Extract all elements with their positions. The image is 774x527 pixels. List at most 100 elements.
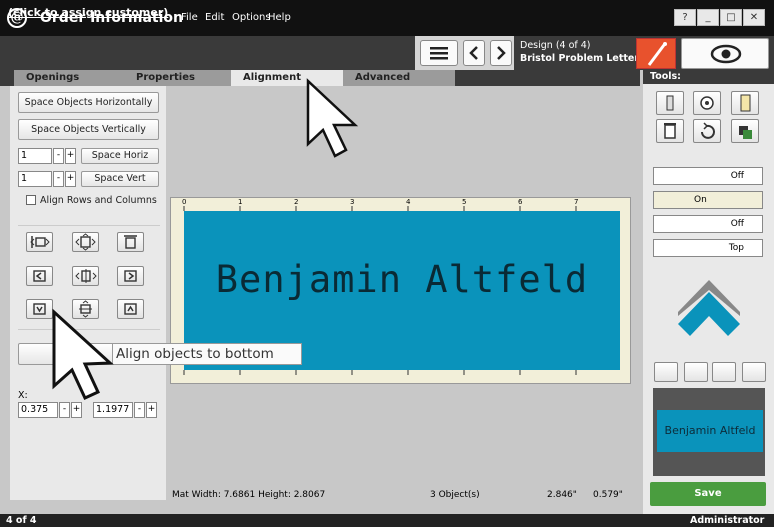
zoom-out-button[interactable]: [712, 362, 736, 382]
space-vert-decrement[interactable]: -: [53, 171, 64, 187]
x-increment[interactable]: +: [71, 402, 82, 418]
align-left-icon: [30, 236, 50, 248]
center-all-button[interactable]: [72, 232, 99, 252]
chevron-right-icon: [497, 46, 506, 60]
ruler-tool-button[interactable]: [731, 91, 759, 115]
border-toggle-state: Off: [730, 219, 744, 229]
space-horiz-decrement[interactable]: -: [53, 148, 64, 164]
mat-dimensions: Mat Width: 7.6861 Height: 2.8067: [172, 490, 326, 500]
zoom-reset-button[interactable]: [742, 362, 766, 382]
align-left-edge-button[interactable]: [26, 266, 53, 286]
space-horizontally-button[interactable]: Space Objects Horizontally: [18, 92, 159, 113]
arrow-right-icon: [124, 270, 137, 282]
cursor-x: 2.846": [547, 490, 577, 500]
space-horiz-input[interactable]: 1: [18, 148, 52, 164]
bring-forward-button[interactable]: [731, 119, 759, 143]
zoom-fit-button[interactable]: [654, 362, 678, 382]
toggle-crosshair[interactable]: On: [653, 191, 763, 209]
minimize-button[interactable]: _: [697, 9, 719, 26]
align-right-edge-button[interactable]: [117, 266, 144, 286]
page-indicator: 4 of 4: [6, 515, 37, 526]
thumbnail-text: Benjamin Altfeld: [657, 410, 763, 452]
ruler-label: 0: [182, 198, 187, 206]
chevron-up-icon[interactable]: [676, 278, 742, 340]
eye-icon: [710, 44, 742, 64]
menu-file[interactable]: File: [181, 12, 198, 23]
y-increment[interactable]: +: [146, 402, 157, 418]
tab-openings[interactable]: Openings: [14, 70, 126, 86]
zoom-in-button[interactable]: [684, 362, 708, 382]
menu-options[interactable]: Options: [232, 12, 271, 23]
assign-customer-link[interactable]: (click to assign customer): [8, 6, 168, 19]
toggle-layer[interactable]: Top: [653, 239, 763, 257]
ruler-label: 6: [518, 198, 523, 206]
toggle-grid[interactable]: Off: [653, 167, 763, 185]
undo-button[interactable]: [693, 119, 721, 143]
align-rows-label: Align Rows and Columns: [40, 195, 157, 206]
preview-button[interactable]: [681, 38, 769, 69]
menu-help[interactable]: Help: [268, 12, 291, 23]
shape-tool-button[interactable]: [693, 91, 721, 115]
align-rows-checkbox[interactable]: [26, 195, 36, 205]
menu-edit[interactable]: Edit: [205, 12, 224, 23]
space-vert-button[interactable]: Space Vert: [81, 171, 159, 187]
nameplate-text[interactable]: Benjamin Altfeld: [184, 258, 620, 301]
y-input[interactable]: 1.1977: [93, 402, 133, 418]
maximize-button[interactable]: □: [720, 9, 742, 26]
ruler-label: 5: [462, 198, 467, 206]
tooltip: Align objects to bottom: [112, 343, 302, 365]
crosshair-toggle-state: On: [694, 195, 707, 205]
ruler-label: 1: [238, 198, 243, 206]
align-left-button[interactable]: [26, 232, 53, 252]
gear-icon: [700, 96, 714, 110]
delete-button[interactable]: [656, 119, 684, 143]
tools-header: Tools:: [643, 70, 774, 84]
y-decrement[interactable]: -: [134, 402, 145, 418]
knife-tool-button[interactable]: [656, 91, 684, 115]
center-horizontal-icon: [75, 269, 97, 283]
knife-icon: [666, 95, 674, 111]
trash-icon: [664, 123, 676, 139]
cursor-y: 0.579": [593, 490, 623, 500]
space-horiz-increment[interactable]: +: [65, 148, 76, 164]
chevron-left-icon: [469, 46, 478, 60]
arrow-left-icon: [33, 270, 46, 282]
close-button[interactable]: ✕: [743, 9, 765, 26]
footer-bar: [0, 514, 774, 527]
center-horizontal-button[interactable]: [72, 266, 99, 286]
tab-properties[interactable]: Properties: [124, 70, 236, 86]
next-design-button[interactable]: [490, 40, 512, 66]
object-count: 3 Object(s): [430, 490, 480, 500]
grid-toggle-state: Off: [730, 171, 744, 181]
prev-design-button[interactable]: [463, 40, 485, 66]
ruler-label: 4: [406, 198, 411, 206]
edit-design-button[interactable]: [636, 38, 676, 69]
mouse-cursor-icon: [306, 78, 359, 158]
center-icon: [75, 233, 96, 251]
layers-icon: [739, 126, 752, 139]
space-vert-input[interactable]: 1: [18, 171, 52, 187]
ruler-label: 7: [574, 198, 579, 206]
pen-icon: [647, 42, 667, 66]
layer-toggle-state: Top: [728, 243, 744, 253]
align-top-button[interactable]: [117, 232, 144, 252]
x-decrement[interactable]: -: [59, 402, 70, 418]
space-vertically-button[interactable]: Space Objects Vertically: [18, 119, 159, 140]
user-name: Administrator: [690, 515, 765, 526]
toggle-border[interactable]: Off: [653, 215, 763, 233]
space-vert-increment[interactable]: +: [65, 171, 76, 187]
design-name: Bristol Problem Letters: [520, 53, 645, 64]
ruler-icon: [740, 94, 751, 112]
ruler-label: 2: [294, 198, 299, 206]
hamburger-menu-button[interactable]: [420, 40, 458, 66]
mouse-cursor-icon: [52, 308, 114, 400]
undo-icon: [701, 122, 715, 139]
align-top-icon: [124, 235, 137, 249]
ruler-label: 3: [350, 198, 355, 206]
space-horiz-button[interactable]: Space Horiz: [81, 148, 159, 164]
design-counter: Design (4 of 4): [520, 40, 591, 51]
x-input[interactable]: 0.375: [18, 402, 58, 418]
save-button[interactable]: Save: [650, 482, 766, 506]
x-label: X:: [18, 390, 28, 401]
help-icon[interactable]: ?: [674, 9, 696, 26]
